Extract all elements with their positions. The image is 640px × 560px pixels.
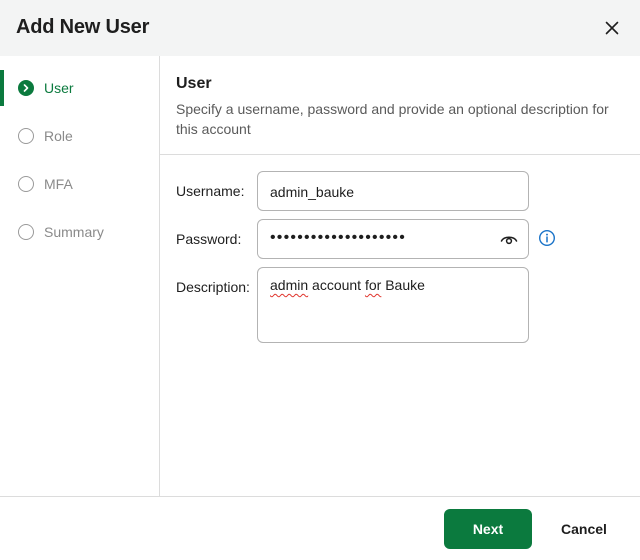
- description-text: Bauke: [381, 277, 425, 293]
- step-role[interactable]: Role: [0, 118, 159, 154]
- section-header: User Specify a username, password and pr…: [160, 56, 640, 155]
- step-role-label: Role: [44, 128, 73, 144]
- username-input[interactable]: admin_bauke: [257, 171, 529, 211]
- description-text: account: [308, 277, 365, 293]
- step-user-label: User: [44, 80, 74, 96]
- username-value: admin_bauke: [270, 184, 355, 200]
- active-step-indicator: [0, 70, 4, 106]
- misspelled-word: for: [364, 277, 382, 293]
- step-user-status: [18, 80, 34, 96]
- close-icon: [605, 21, 619, 35]
- chevron-right-icon: [23, 84, 29, 92]
- step-summary-label: Summary: [44, 224, 104, 240]
- next-button[interactable]: Next: [444, 509, 532, 549]
- username-label: Username:: [176, 183, 245, 199]
- cancel-button[interactable]: Cancel: [544, 509, 624, 549]
- step-summary-status: [18, 224, 34, 240]
- step-indicator: [0, 118, 4, 154]
- password-info-button[interactable]: [538, 229, 556, 247]
- step-role-status: [18, 128, 34, 144]
- step-user[interactable]: User: [0, 70, 159, 106]
- show-password-toggle[interactable]: [500, 231, 518, 249]
- step-indicator: [0, 166, 4, 202]
- dialog-title: Add New User: [16, 16, 150, 38]
- step-mfa-status: [18, 176, 34, 192]
- step-mfa-label: MFA: [44, 176, 73, 192]
- password-input[interactable]: ••••••••••••••••••••: [257, 219, 529, 259]
- info-icon: [538, 229, 556, 247]
- close-button[interactable]: [600, 16, 624, 40]
- description-label: Description:: [176, 279, 250, 295]
- eye-icon: [500, 236, 518, 245]
- description-textarea[interactable]: admin account for Bauke: [257, 267, 529, 343]
- dialog-header: Add New User: [0, 0, 640, 56]
- section-title: User: [176, 75, 212, 92]
- dialog-footer: Next Cancel: [0, 496, 640, 560]
- description-value: admin account for Bauke: [270, 277, 425, 293]
- wizard-steps: User Role MFA Summary: [0, 56, 160, 496]
- password-label: Password:: [176, 231, 242, 247]
- step-summary[interactable]: Summary: [0, 214, 159, 250]
- misspelled-word: admin: [270, 277, 309, 293]
- password-value: ••••••••••••••••••••: [270, 229, 407, 246]
- step-indicator: [0, 214, 4, 250]
- add-user-dialog: Add New User User Role MFA Summary User …: [0, 0, 640, 560]
- step-mfa[interactable]: MFA: [0, 166, 159, 202]
- section-description: Specify a username, password and provide…: [176, 101, 609, 137]
